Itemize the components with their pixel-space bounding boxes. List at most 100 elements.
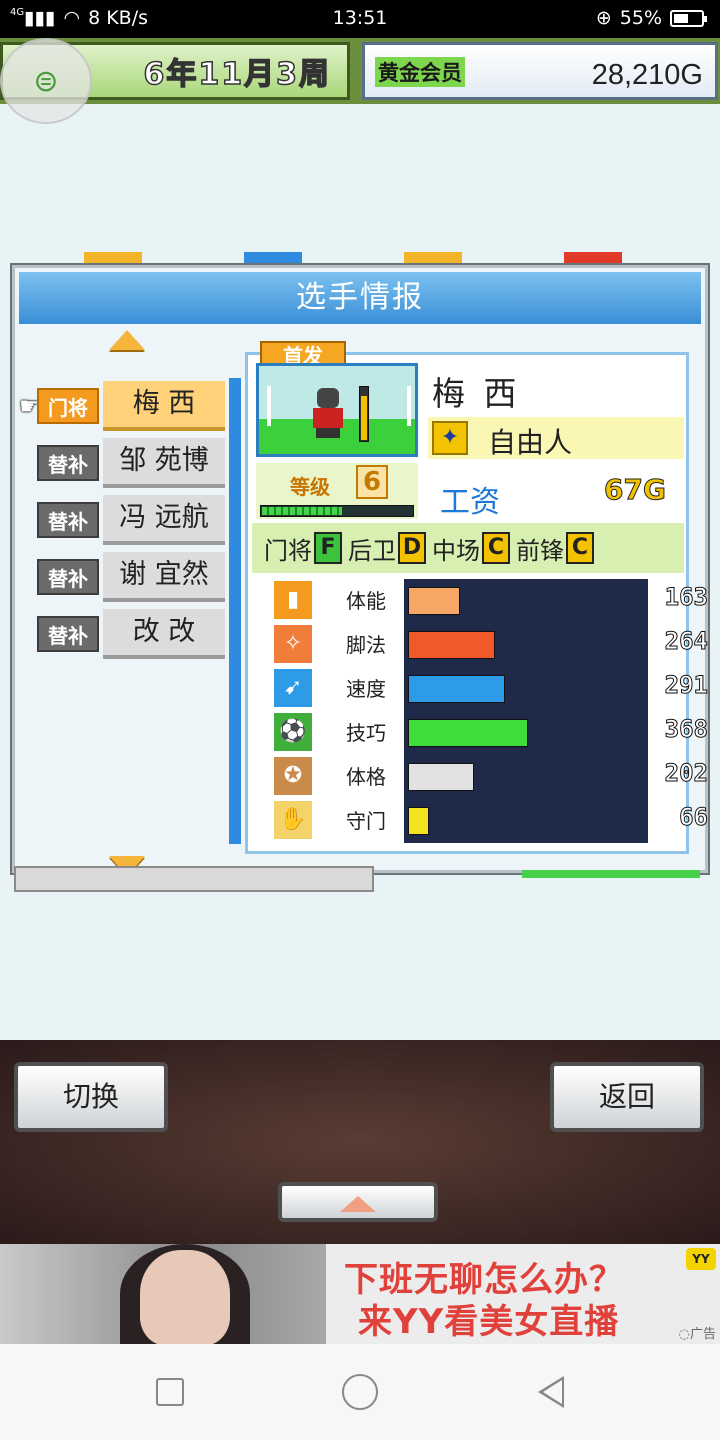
- goal-post-right: [407, 386, 411, 426]
- dribble-icon: ⚽: [272, 711, 314, 753]
- condition-meter-fill: [361, 396, 367, 440]
- player-name: 邹 苑博: [103, 438, 225, 488]
- stat-bar-fill: [408, 675, 505, 703]
- floating-gamepad-button[interactable]: ⊜: [0, 38, 92, 124]
- stat-value: 202: [664, 759, 708, 788]
- stat-value: 291: [664, 671, 708, 700]
- stat-bar: [404, 623, 648, 667]
- player-status: 自由人: [488, 426, 573, 459]
- player-row[interactable]: ☛ 门将 梅 西: [19, 378, 225, 435]
- stat-row: ✋ 守门 66: [272, 797, 708, 843]
- ad-subline: 来YY看美女直播: [358, 1302, 620, 1342]
- stat-name: 技巧: [346, 721, 386, 745]
- stat-bar: [404, 579, 648, 623]
- battery-icon: [670, 9, 707, 27]
- rotation-lock-icon: ⊕: [595, 7, 612, 29]
- stat-name: 体格: [346, 765, 386, 789]
- player-role-tag: 替补: [37, 616, 99, 652]
- gamepad-icon: ⊜: [33, 63, 59, 99]
- stat-bar-fill: [408, 587, 460, 615]
- player-role-tag: 替补: [37, 559, 99, 595]
- stat-name: 体能: [346, 589, 386, 613]
- position-grade: D: [398, 532, 426, 564]
- player-detail-card: 首发 梅 西 ✦ 自由人 等级 6 工资 67G 门将F 后卫D 中场C: [245, 341, 709, 854]
- stat-bar: [404, 799, 648, 843]
- system-nav-bar: [0, 1344, 720, 1440]
- position-grade: F: [314, 532, 342, 564]
- ad-label-text: 广告: [689, 1327, 716, 1342]
- sprite-body: [313, 408, 343, 428]
- list-divider: [229, 378, 241, 844]
- position-label: 前锋: [516, 536, 564, 565]
- player-name: 冯 远航: [103, 495, 225, 545]
- scroll-up-arrow-icon[interactable]: [109, 330, 145, 350]
- stat-row: ➹ 速度 291: [272, 665, 709, 711]
- ad-banner[interactable]: 下班无聊怎么办？ 来YY看美女直播 YY ◌广告: [0, 1244, 720, 1344]
- player-info-panel: 选手情报 ☛ 门将 梅 西 替补 邹 苑博 替补 冯 远航 替补 谢 宜然 替补…: [12, 265, 709, 876]
- stat-value: 163: [664, 583, 708, 612]
- goal-post-left: [267, 386, 271, 426]
- up-arrow-icon: [340, 1196, 376, 1212]
- battery-percent: 55%: [619, 7, 662, 29]
- experience-bar-fill: [262, 507, 342, 515]
- detail-player-name: 梅 西: [432, 374, 521, 413]
- position-label: 中场: [432, 536, 480, 565]
- stat-bar: [404, 667, 648, 711]
- kick-icon: ✧: [272, 623, 314, 665]
- sprite-legs: [316, 428, 340, 438]
- switch-button[interactable]: 切换: [14, 1062, 168, 1132]
- position-grade: C: [482, 532, 510, 564]
- player-sprite: [313, 388, 343, 438]
- player-list: ☛ 门将 梅 西 替补 邹 苑博 替补 冯 远航 替补 谢 宜然 替补 改 改: [19, 378, 225, 663]
- stat-row: ✪ 体格 202: [272, 753, 709, 799]
- running-icon: ➹: [272, 667, 314, 709]
- stat-bar-fill: [408, 807, 429, 835]
- stat-name: 守门: [346, 809, 386, 833]
- background-green-bar: [522, 870, 700, 878]
- player-name: 谢 宜然: [103, 552, 225, 602]
- recent-apps-icon[interactable]: [156, 1378, 184, 1406]
- sprite-head: [317, 388, 339, 408]
- position-label: 门将: [264, 536, 312, 565]
- position-grade: C: [566, 532, 594, 564]
- stat-row: ▮ 体能 163: [272, 577, 709, 623]
- stat-bar: [404, 711, 648, 755]
- player-row[interactable]: 替补 改 改: [37, 606, 225, 663]
- ad-image-face: [140, 1250, 230, 1344]
- stat-value: 66: [679, 803, 709, 832]
- back-icon[interactable]: [538, 1376, 564, 1408]
- stat-bar-fill: [408, 631, 495, 659]
- status-right: ⊕ 55%: [595, 7, 707, 29]
- player-row[interactable]: 替补 冯 远航: [37, 492, 225, 549]
- free-role-icon: ✦: [432, 421, 468, 455]
- position-ratings: 门将 F 后卫 D 中场 C 前锋 C: [252, 523, 684, 573]
- player-portrait: [256, 363, 418, 457]
- stat-bar-fill: [408, 719, 528, 747]
- salary-value: 67G: [604, 473, 667, 507]
- glove-icon: ✋: [272, 799, 314, 841]
- level-value: 6: [356, 465, 388, 499]
- ad-close-icon[interactable]: ◌: [679, 1327, 690, 1342]
- expand-up-button[interactable]: [278, 1182, 438, 1222]
- stat-bar: [404, 755, 648, 799]
- player-role-tag: 门将: [37, 388, 99, 424]
- stat-row: ✧ 脚法 264: [272, 621, 709, 667]
- stat-name: 脚法: [346, 633, 386, 657]
- stat-name: 速度: [346, 677, 386, 701]
- back-button[interactable]: 返回: [550, 1062, 704, 1132]
- position-label: 后卫: [348, 536, 396, 565]
- player-row[interactable]: 替补 邹 苑博: [37, 435, 225, 492]
- level-label: 等级: [290, 475, 330, 499]
- player-status-row: ✦ 自由人: [428, 417, 684, 459]
- player-row[interactable]: 替补 谢 宜然: [37, 549, 225, 606]
- salary-label: 工资: [440, 485, 500, 520]
- membership-label: 黄金会员: [375, 57, 465, 87]
- stat-value: 368: [664, 715, 708, 744]
- ad-brand-logo: YY: [686, 1248, 716, 1270]
- player-name: 改 改: [103, 609, 225, 659]
- ad-image: [0, 1244, 326, 1344]
- gold-panel: 黄金会员 28,210G: [362, 42, 718, 100]
- background-message-bar: [14, 866, 374, 892]
- home-icon[interactable]: [342, 1374, 378, 1410]
- level-box: 等级 6: [256, 463, 418, 519]
